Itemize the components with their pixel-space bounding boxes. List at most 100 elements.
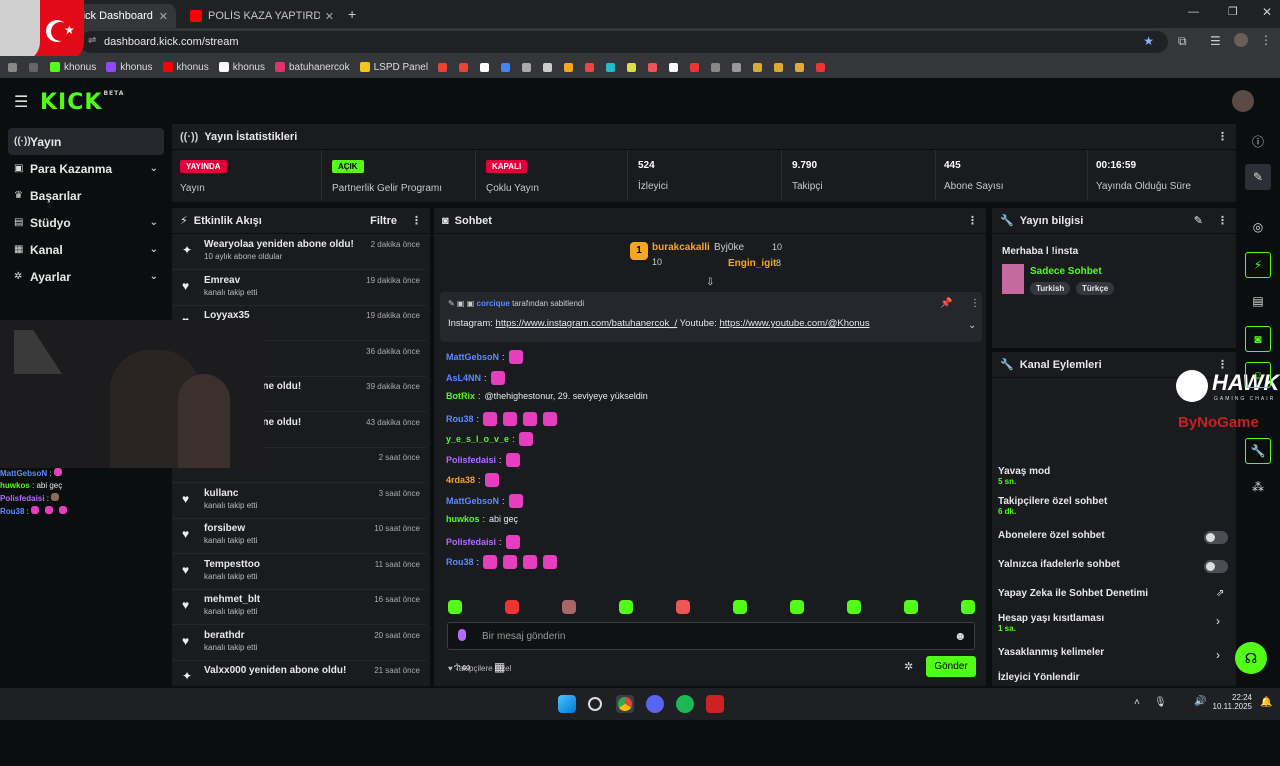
channel-action-item[interactable]: Hesap yaşı kısıtlaması 1 sa.	[998, 613, 1104, 633]
chat-message[interactable]: Polisfedaisi:	[446, 534, 526, 549]
emote-icon[interactable]	[448, 600, 462, 614]
channel-action-item[interactable]: Takipçilere özel sohbet 6 dk.	[998, 496, 1107, 516]
user-icon[interactable]: ☺	[1245, 362, 1271, 388]
sidebar-item-basarilar[interactable]: ♛ Başarılar	[8, 182, 164, 209]
chevron-down-icon[interactable]: ⌄	[968, 320, 976, 331]
wrench-icon[interactable]: 🔧	[1245, 438, 1271, 464]
activity-event[interactable]: ♥ mehmet_blt kanalı takip etti 16 saat önce	[172, 589, 426, 625]
new-tab-icon[interactable]: +	[348, 6, 356, 22]
url-field[interactable]: ⇌ dashboard.kick.com/stream ★	[80, 31, 1168, 53]
gmail-icon[interactable]	[438, 62, 448, 72]
bookmark-item[interactable]: LSPD Panel	[359, 62, 428, 73]
emote-icon[interactable]	[904, 600, 918, 614]
close-window-icon[interactable]: ✕	[1262, 5, 1272, 19]
bookmark-icon[interactable]	[501, 62, 511, 72]
chat-username[interactable]: Polisfedaisi	[446, 455, 496, 465]
tag[interactable]: Turkish	[1030, 282, 1071, 295]
category-thumbnail[interactable]	[1002, 264, 1024, 294]
emote-icon[interactable]	[847, 600, 861, 614]
clock[interactable]: 22:24 10.11.2025	[1212, 693, 1252, 711]
external-link-icon[interactable]: ⇗	[1216, 588, 1224, 599]
bookmark-star-icon[interactable]: ★	[1143, 34, 1154, 48]
chat-message[interactable]: 4rda38:	[446, 473, 505, 487]
toggle-switch[interactable]	[1204, 531, 1228, 544]
bookmark-icon[interactable]	[606, 62, 616, 72]
more-options-icon[interactable]: ⋮	[967, 214, 978, 227]
toggle-switch[interactable]	[1204, 560, 1228, 573]
users-icon[interactable]: ⁂	[1245, 474, 1271, 500]
site-info-icon[interactable]: ⇌	[88, 35, 96, 46]
chat-message[interactable]: Rou38:	[446, 555, 563, 569]
activity-event[interactable]: ♥ berathdr kanalı takip etti 20 saat önce	[172, 625, 426, 661]
chat-username[interactable]: Polisfedaisi	[446, 537, 496, 547]
emote-icon[interactable]	[961, 600, 975, 614]
emote-icon[interactable]	[505, 600, 519, 614]
close-tab-icon[interactable]: ✕	[159, 10, 168, 23]
chat-message[interactable]: Rou38:	[446, 411, 563, 426]
info-icon[interactable]: ⓘ	[1245, 128, 1271, 154]
chat-username[interactable]: MattGebsoN	[446, 496, 499, 506]
unpin-icon[interactable]: 📌	[940, 298, 952, 309]
infinity-icon[interactable]: ⁘∞	[452, 660, 471, 674]
send-button[interactable]: Gönder	[926, 656, 976, 677]
apps-icon[interactable]	[8, 62, 17, 72]
chat-message[interactable]: Polisfedaisi:	[446, 452, 526, 467]
volume-icon[interactable]: 🔊	[1194, 696, 1206, 707]
more-options-icon[interactable]: ⋮	[1217, 130, 1228, 143]
channel-action-item[interactable]: Yalnızca ifadelerle sohbet	[998, 559, 1120, 570]
chat-username[interactable]: Rou38	[446, 557, 474, 567]
chevron-right-icon[interactable]: ›	[1216, 614, 1220, 628]
top-gifter-name[interactable]: burakcakalli	[652, 242, 710, 253]
sidebar-item-ayarlar[interactable]: ✲ Ayarlar ⌄	[8, 263, 164, 290]
activity-event[interactable]: ♥ kullanc kanalı takip etti 3 saat önce	[172, 483, 426, 519]
bookmark-icon[interactable]	[711, 62, 721, 72]
sidebar-item-yayin[interactable]: ((·)) Yayın	[8, 128, 164, 155]
bookmark-icon[interactable]	[522, 62, 532, 72]
youtube-link[interactable]: https://www.youtube.com/@Khonus	[719, 318, 869, 329]
more-options-icon[interactable]: ⋮	[411, 214, 422, 227]
chevron-right-icon[interactable]: ›	[1216, 648, 1220, 662]
app-icon[interactable]	[706, 695, 724, 713]
chat-input[interactable]: Bir mesaj gönderin ☻	[447, 622, 975, 650]
chat-message[interactable]: MattGebsoN:	[446, 493, 529, 508]
support-headset-icon[interactable]: ☊	[1235, 642, 1267, 674]
chat-message[interactable]: BotRix: @thehighestonur, 29. seviyeye yük…	[446, 391, 648, 401]
spotify-icon[interactable]	[676, 695, 694, 713]
bookmark-item[interactable]: khonus	[106, 62, 153, 73]
notification-icon[interactable]: 🔔	[1260, 697, 1272, 708]
browser-menu-icon[interactable]: ⋮	[1260, 33, 1272, 47]
emote-icon[interactable]	[733, 600, 747, 614]
chat-icon[interactable]: ◙	[1245, 326, 1271, 352]
start-menu-icon[interactable]	[558, 695, 576, 713]
chat-message[interactable]: AsL4NN:	[446, 370, 511, 385]
kick-logo[interactable]: KICKBETA	[40, 90, 124, 115]
bookmark-icon[interactable]	[564, 62, 574, 72]
sidebar-item-studyo[interactable]: ▤ Stüdyo ⌄	[8, 209, 164, 236]
gifter-name[interactable]: Engin_igit	[728, 258, 776, 269]
bookmark-icon[interactable]	[795, 62, 805, 72]
channel-action-item[interactable]: Yapay Zeka ile Sohbet Denetimi	[998, 588, 1148, 599]
close-tab-icon[interactable]: ✕	[325, 10, 334, 23]
chevron-up-icon[interactable]: ˄	[1134, 697, 1140, 708]
bookmark-icon[interactable]	[732, 62, 742, 72]
bookmark-icon[interactable]	[585, 62, 595, 72]
bookmark-icon[interactable]	[690, 62, 700, 72]
gmail-icon[interactable]	[459, 62, 469, 72]
bookmark-icon[interactable]	[480, 62, 490, 72]
chat-username[interactable]: BotRix	[446, 391, 475, 401]
sidebar-item-kanal[interactable]: ▦ Kanal ⌄	[8, 236, 164, 263]
bookmark-icon[interactable]	[648, 62, 658, 72]
microphone-icon[interactable]: 🎙	[1154, 697, 1167, 708]
expand-icon[interactable]: ⇩	[706, 277, 714, 288]
chat-message[interactable]: MattGebsoN:	[446, 350, 529, 364]
emote-icon[interactable]	[790, 600, 804, 614]
emote-icon[interactable]	[562, 600, 576, 614]
profile-avatar[interactable]	[1234, 33, 1248, 47]
chat-username[interactable]: y_e_s_l_o_v_e	[446, 434, 509, 444]
activity-event[interactable]: ♥ forsibew kanalı takip etti 10 saat önce	[172, 518, 426, 554]
instagram-link[interactable]: https://www.instagram.com/batuhanercok_/	[496, 318, 678, 329]
user-avatar[interactable]	[1232, 90, 1254, 112]
bookmark-item[interactable]: khonus	[50, 62, 96, 73]
channel-action-item[interactable]: Yasaklanmış kelimeler	[998, 647, 1104, 658]
sidebar-item-para-kazanma[interactable]: ▣ Para Kazanma ⌄	[8, 155, 164, 182]
